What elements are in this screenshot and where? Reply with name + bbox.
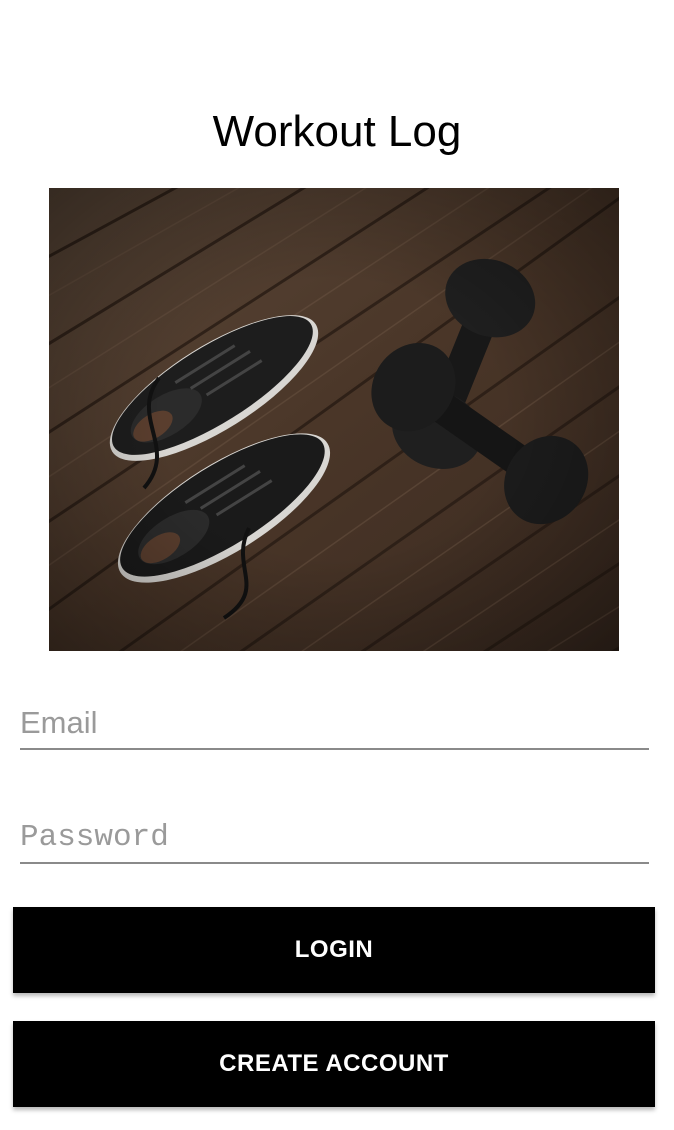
login-button[interactable]: LOGIN bbox=[13, 907, 655, 993]
hero-image bbox=[49, 188, 619, 651]
page-title: Workout Log bbox=[212, 107, 462, 156]
create-account-button[interactable]: CREATE ACCOUNT bbox=[13, 1021, 655, 1107]
password-field[interactable] bbox=[20, 812, 649, 864]
email-field[interactable] bbox=[20, 698, 649, 750]
